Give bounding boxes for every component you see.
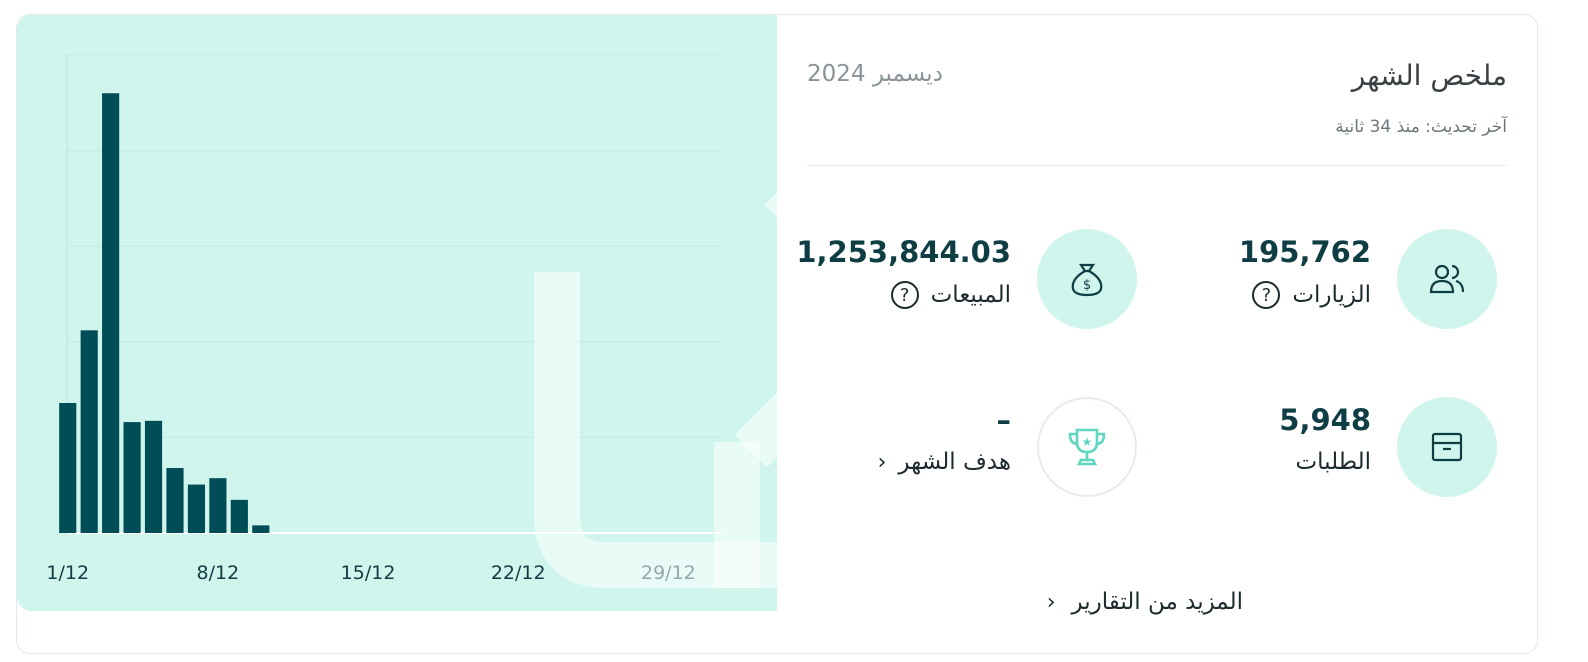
monthly-goal-stat[interactable]: ★ – هدف الشهر ‹ (797, 397, 1137, 507)
visits-stat: 195,762 الزيارات ? (1157, 229, 1497, 339)
money-bag-icon: $ (1037, 229, 1137, 329)
chevron-left-icon: ‹ (1046, 589, 1056, 615)
summary-section: ملخص الشهر ديسمبر 2024 آخر تحديث: منذ 34… (796, 15, 1507, 653)
visits-value: 195,762 (1238, 235, 1371, 269)
orders-stat: 5,948 الطلبات (1157, 397, 1497, 507)
summary-title: ملخص الشهر (1351, 59, 1507, 92)
box-icon (1397, 397, 1497, 497)
x-tick-label: 8/12 (197, 562, 240, 584)
x-tick-label: 15/12 (341, 562, 396, 584)
chart-bar (59, 402, 77, 533)
x-tick-label: 29/12 (641, 562, 696, 584)
chart-bar (230, 499, 248, 533)
chevron-left-icon: ‹ (877, 449, 887, 475)
trophy-icon: ★ (1037, 397, 1137, 497)
month-summary-card: 1/12 8/12 15/12 22/12 29/12 ملخص الشهر ديسمب… (16, 14, 1538, 654)
sales-value: 1,253,844.03 (796, 235, 1011, 269)
daily-bar-chart: 1/12 8/12 15/12 22/12 29/12 (46, 54, 722, 584)
orders-value: 5,948 (1279, 403, 1371, 437)
chart-bar (187, 484, 206, 533)
orders-label: الطلبات (1295, 449, 1371, 475)
monthly-goal-value: – (996, 403, 1012, 437)
sales-help-icon[interactable]: ? (890, 281, 919, 309)
monthly-goal-label: هدف الشهر (898, 449, 1011, 475)
monthly-goal-label-row: هدف الشهر ‹ (878, 449, 1011, 475)
visits-label: الزيارات (1292, 282, 1371, 308)
orders-label-row: الطلبات (1296, 449, 1371, 475)
daily-chart-panel: 1/12 8/12 15/12 22/12 29/12 (17, 15, 777, 611)
svg-text:$: $ (1083, 278, 1091, 293)
x-tick-label: 22/12 (491, 562, 546, 584)
sales-stat: $ 1,253,844.03 المبيعات ? (796, 229, 1137, 339)
visits-help-icon[interactable]: ? (1252, 281, 1281, 309)
divider (807, 165, 1507, 166)
svg-text:★: ★ (1082, 435, 1093, 449)
chart-bar (166, 467, 184, 533)
chart-bar (123, 422, 141, 533)
chart-bar (144, 420, 163, 533)
users-icon (1397, 229, 1497, 329)
sales-label-row: المبيعات ? (890, 281, 1011, 309)
month-label: ديسمبر 2024 (807, 61, 943, 87)
chart-bar (252, 525, 270, 533)
visits-label-row: الزيارات ? (1252, 281, 1371, 309)
chart-bar (209, 478, 227, 533)
last-updated-text: آخر تحديث: منذ 34 ثانية (1335, 117, 1507, 137)
x-tick-label: 1/12 (46, 562, 89, 584)
more-reports-label: المزيد من التقارير (1071, 589, 1244, 615)
chart-bar (80, 330, 98, 533)
chart-bar (102, 93, 120, 534)
sales-label: المبيعات (930, 282, 1011, 308)
more-reports-link[interactable]: المزيد من التقارير ‹ (1047, 589, 1243, 615)
